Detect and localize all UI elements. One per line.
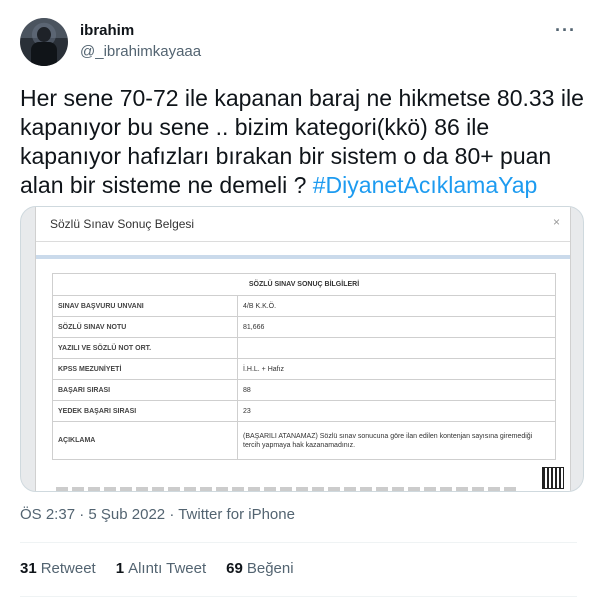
- table-row: AÇIKLAMA (BAŞARILI ATANAMAZ) Sözlü sınav…: [52, 421, 556, 460]
- avatar-body: [31, 42, 57, 66]
- row-value: (BAŞARILI ATANAMAZ) Sözlü sınav sonucuna…: [237, 421, 556, 460]
- divider: [20, 596, 577, 597]
- likes-count: 69: [226, 560, 243, 577]
- separator: ·: [79, 506, 85, 523]
- result-document: Sözlü Sınav Sonuç Belgesi × SÖZLÜ SINAV …: [35, 207, 571, 491]
- row-value: 4/B K.K.Ö.: [237, 295, 556, 317]
- author-name[interactable]: ibrahim: [80, 22, 134, 39]
- qr-code-icon: [542, 467, 564, 489]
- tweet-time[interactable]: ÖS 2:37: [20, 506, 75, 523]
- author-handle[interactable]: @_ibrahimkayaaa: [80, 43, 201, 60]
- table-row: YEDEK BAŞARI SIRASI 23: [52, 400, 556, 422]
- row-key: KPSS MEZUNİYETİ: [52, 358, 238, 380]
- tweet-media-image[interactable]: Sözlü Sınav Sonuç Belgesi × SÖZLÜ SINAV …: [20, 206, 584, 492]
- document-bar: [36, 255, 570, 259]
- table-row: SINAV BAŞVURU UNVANI 4/B K.K.Ö.: [52, 295, 556, 317]
- quotes-label: Alıntı Tweet: [128, 560, 207, 577]
- row-key: SINAV BAŞVURU UNVANI: [52, 295, 238, 317]
- retweets-stat[interactable]: 31 Retweet: [20, 560, 96, 577]
- document-title: Sözlü Sınav Sonuç Belgesi: [50, 217, 195, 231]
- row-key: SÖZLÜ SINAV NOTU: [52, 316, 238, 338]
- row-key: YEDEK BAŞARI SIRASI: [52, 400, 238, 422]
- table-row: YAZILI VE SÖZLÜ NOT ORT.: [52, 337, 556, 359]
- table-title: SÖZLÜ SINAV SONUÇ BİLGİLERİ: [52, 273, 556, 296]
- avatar[interactable]: [20, 18, 68, 66]
- divider: [20, 542, 577, 543]
- likes-label: Beğeni: [246, 560, 294, 577]
- row-value: 88: [237, 379, 556, 401]
- results-table: SÖZLÜ SINAV SONUÇ BİLGİLERİ SINAV BAŞVUR…: [52, 273, 556, 460]
- table-row: KPSS MEZUNİYETİ İ.H.L. + Hafız: [52, 358, 556, 380]
- table-row: SÖZLÜ SINAV NOTU 81,666: [52, 316, 556, 338]
- quotes-stat[interactable]: 1 Alıntı Tweet: [116, 560, 206, 577]
- row-key: YAZILI VE SÖZLÜ NOT ORT.: [52, 337, 238, 359]
- hashtag-link[interactable]: #DiyanetAcıklamaYap: [313, 172, 538, 198]
- row-value: 81,666: [237, 316, 556, 338]
- avatar-head: [37, 27, 51, 42]
- retweets-count: 31: [20, 560, 37, 577]
- document-footer-text: [56, 487, 516, 491]
- likes-stat[interactable]: 69 Beğeni: [226, 560, 293, 577]
- document-divider: [36, 241, 570, 242]
- row-value: 23: [237, 400, 556, 422]
- tweet-text: Her sene 70-72 ile kapanan baraj ne hikm…: [20, 84, 586, 200]
- tweet-stats: 31 Retweet 1 Alıntı Tweet 69 Beğeni: [20, 560, 294, 577]
- tweet-date[interactable]: 5 Şub 2022: [88, 506, 165, 523]
- tweet-header: ibrahim @_ibrahimkayaaa ···: [20, 14, 580, 70]
- retweets-label: Retweet: [40, 560, 96, 577]
- table-row: BAŞARI SIRASI 88: [52, 379, 556, 401]
- more-options-icon[interactable]: ···: [555, 20, 576, 41]
- tweet-meta: ÖS 2:37 · 5 Şub 2022 · Twitter for iPhon…: [20, 506, 295, 523]
- tweet-source[interactable]: Twitter for iPhone: [178, 506, 295, 523]
- quotes-count: 1: [115, 560, 125, 577]
- table-header-row: SÖZLÜ SINAV SONUÇ BİLGİLERİ: [52, 273, 556, 296]
- separator: ·: [169, 506, 175, 523]
- close-icon: ×: [552, 215, 560, 229]
- row-value: [237, 337, 556, 359]
- row-value: İ.H.L. + Hafız: [237, 358, 556, 380]
- row-key: BAŞARI SIRASI: [52, 379, 238, 401]
- row-key: AÇIKLAMA: [52, 421, 238, 460]
